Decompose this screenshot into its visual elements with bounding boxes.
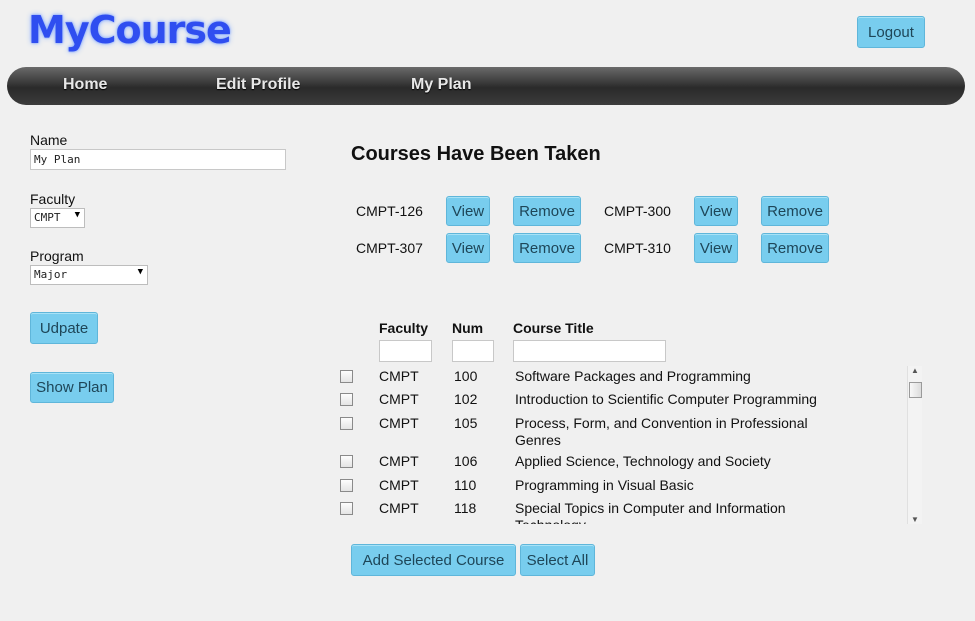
row-faculty: CMPT: [379, 415, 419, 431]
view-button[interactable]: View: [694, 196, 738, 226]
faculty-filter-input[interactable]: [379, 340, 432, 362]
faculty-select[interactable]: CMPT ▼: [30, 208, 85, 228]
num-filter-input[interactable]: [452, 340, 494, 362]
chevron-down-icon: ▼: [137, 267, 143, 277]
taken-course-code: CMPT-126: [356, 203, 423, 219]
row-title: Process, Form, and Convention in Profess…: [515, 415, 808, 448]
row-title: Programming in Visual Basic: [515, 477, 694, 493]
row-num: 102: [454, 391, 478, 407]
row-faculty: CMPT: [379, 453, 419, 469]
row-checkbox[interactable]: [340, 502, 353, 515]
view-button[interactable]: View: [446, 233, 490, 263]
taken-course-code: CMPT-300: [604, 203, 671, 219]
view-button[interactable]: View: [694, 233, 738, 263]
row-num: 106: [454, 453, 478, 469]
faculty-label: Faculty: [30, 191, 76, 207]
taken-course-code: CMPT-310: [604, 240, 671, 256]
chevron-down-icon: ▼: [74, 210, 80, 220]
row-title: Applied Science, Technology and Society: [515, 453, 771, 469]
row-num: 118: [454, 500, 477, 516]
course-list-scrollbar[interactable]: ▲ ▼: [907, 366, 922, 524]
row-checkbox[interactable]: [340, 393, 353, 406]
add-selected-course-button[interactable]: Add Selected Course: [351, 544, 516, 576]
row-faculty: CMPT: [379, 391, 419, 407]
nav-edit-profile[interactable]: Edit Profile: [216, 76, 300, 94]
row-faculty: CMPT: [379, 477, 419, 493]
row-num: 100: [454, 368, 478, 384]
remove-button[interactable]: Remove: [761, 196, 829, 226]
remove-button[interactable]: Remove: [513, 233, 581, 263]
course-list: CMPT 100 Software Packages and Programmi…: [336, 366, 908, 524]
row-checkbox[interactable]: [340, 417, 353, 430]
courses-taken-heading: Courses Have Been Taken: [351, 143, 601, 165]
name-label: Name: [30, 132, 68, 148]
row-faculty: CMPT: [379, 368, 419, 384]
column-header-num: Num: [452, 320, 484, 336]
row-num: 110: [454, 477, 477, 493]
mycourse-logo: MyCourse: [28, 8, 232, 52]
row-title: Software Packages and Programming: [515, 368, 751, 384]
column-header-faculty: Faculty: [379, 320, 429, 336]
program-label: Program: [30, 248, 84, 264]
nav-home[interactable]: Home: [63, 76, 107, 94]
row-checkbox[interactable]: [340, 479, 353, 492]
remove-button[interactable]: Remove: [761, 233, 829, 263]
update-button[interactable]: Udpate: [30, 312, 98, 344]
scroll-up-icon[interactable]: ▲: [911, 366, 919, 375]
select-all-button[interactable]: Select All: [520, 544, 595, 576]
view-button[interactable]: View: [446, 196, 490, 226]
row-title: Introduction to Scientific Computer Prog…: [515, 391, 817, 407]
program-select[interactable]: Major ▼: [30, 265, 148, 285]
scroll-down-icon[interactable]: ▼: [911, 515, 919, 524]
nav-my-plan[interactable]: My Plan: [411, 76, 471, 94]
row-checkbox[interactable]: [340, 370, 353, 383]
title-filter-input[interactable]: [513, 340, 666, 362]
row-num: 105: [454, 415, 478, 431]
show-plan-button[interactable]: Show Plan: [30, 372, 114, 403]
logout-button[interactable]: Logout: [857, 16, 925, 48]
faculty-select-value: CMPT: [34, 211, 61, 224]
row-checkbox[interactable]: [340, 455, 353, 468]
main-navbar: Home Edit Profile My Plan: [7, 67, 965, 105]
name-input[interactable]: My Plan: [30, 149, 286, 170]
row-faculty: CMPT: [379, 500, 419, 516]
program-select-value: Major: [34, 268, 68, 281]
remove-button[interactable]: Remove: [513, 196, 581, 226]
scrollbar-thumb[interactable]: [909, 382, 922, 398]
taken-course-code: CMPT-307: [356, 240, 423, 256]
row-title: Special Topics in Computer and Informati…: [515, 500, 786, 524]
column-header-title: Course Title: [513, 320, 594, 336]
